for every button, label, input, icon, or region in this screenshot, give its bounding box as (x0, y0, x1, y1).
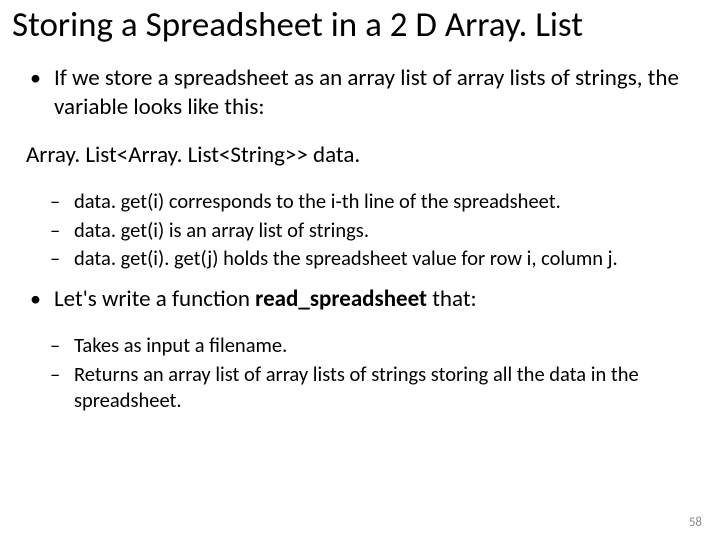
code-declaration: Array. List<Array. List<String>> data. (26, 141, 700, 170)
slide: Storing a Spreadsheet in a 2 D Array. Li… (0, 0, 720, 540)
bullet2-post: that: (427, 285, 477, 313)
bullet-item: Let's write a function read_spreadsheet … (24, 285, 700, 314)
dash-item: data. get(i) is an array list of strings… (50, 217, 700, 243)
dash-item: Returns an array list of array lists of … (50, 361, 700, 413)
bullet2-pre: Let's write a function (54, 285, 255, 313)
dash-item: data. get(i) corresponds to the i-th lin… (50, 188, 700, 214)
dash-list-2: Takes as input a filename. Returns an ar… (24, 332, 700, 413)
page-number: 58 (689, 515, 702, 530)
bullet-item: If we store a spreadsheet as an array li… (24, 64, 700, 123)
function-name: read_spreadsheet (255, 285, 427, 313)
dash-item: data. get(i). get(j) holds the spreadshe… (50, 245, 700, 271)
bullet-list-1: If we store a spreadsheet as an array li… (24, 64, 700, 123)
slide-title: Storing a Spreadsheet in a 2 D Array. Li… (12, 4, 700, 46)
slide-body: If we store a spreadsheet as an array li… (24, 64, 700, 413)
dash-list-1: data. get(i) corresponds to the i-th lin… (24, 188, 700, 271)
dash-item: Takes as input a filename. (50, 332, 700, 358)
bullet-list-2: Let's write a function read_spreadsheet … (24, 285, 700, 314)
